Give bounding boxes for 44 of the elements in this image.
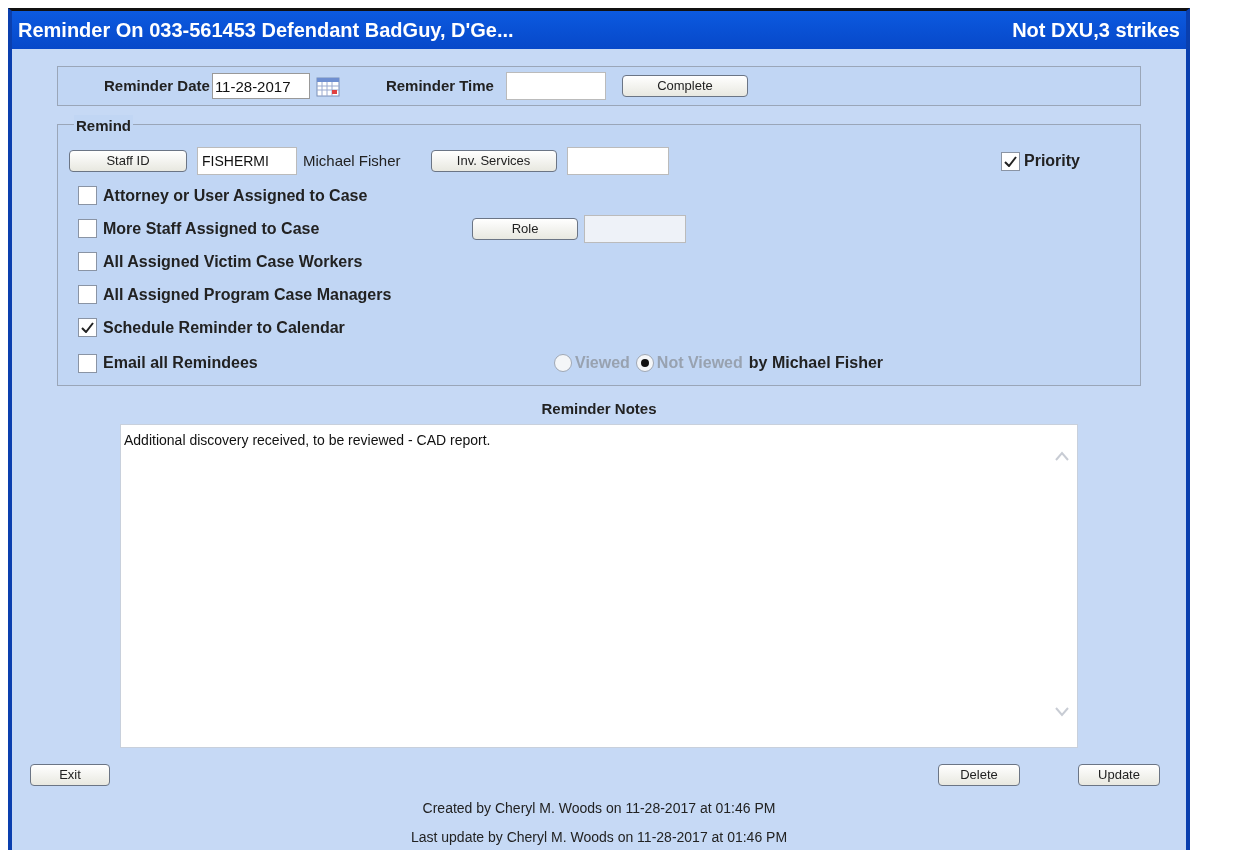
scroll-up-icon[interactable] xyxy=(1055,450,1069,461)
complete-button[interactable]: Complete xyxy=(621,75,748,97)
services-field[interactable] xyxy=(566,147,669,175)
checkbox[interactable] xyxy=(78,252,97,271)
checkbox-label: Schedule Reminder to Calendar xyxy=(103,317,346,338)
field-label: Reminder Date xyxy=(104,75,210,96)
checkbox[interactable] xyxy=(1001,151,1020,171)
notes-text: Additional discovery received, to be reviewed - CAD report. xyxy=(124,431,491,448)
checkbox[interactable] xyxy=(78,186,97,205)
checkbox-label: All Assigned Program Case Managers xyxy=(103,284,393,305)
check-icon xyxy=(1004,155,1017,167)
scroll-down-icon[interactable] xyxy=(1055,706,1069,717)
checkbox-label: All Assigned Victim Case Workers xyxy=(103,251,364,272)
checkbox-label: More Staff Assigned to Case xyxy=(103,218,321,239)
update-button[interactable]: Update xyxy=(1078,763,1160,786)
radio-label: Not Viewed xyxy=(656,353,743,373)
checkbox-label: Email all Remindees xyxy=(103,353,259,373)
checkbox[interactable] xyxy=(78,353,97,373)
delete-button[interactable]: Delete xyxy=(938,763,1020,786)
services-button[interactable]: Inv. Services xyxy=(430,150,557,172)
staff-id-field[interactable]: FISHERMI xyxy=(197,147,297,175)
field-label: Reminder Time xyxy=(385,75,494,96)
role-field[interactable] xyxy=(584,214,686,243)
staff-id-button[interactable]: Staff ID xyxy=(69,150,187,172)
staff-name: Michael Fisher xyxy=(303,150,401,171)
checkbox-label: Priority xyxy=(1024,151,1080,171)
window-title: Reminder On 033-561453 Defendant BadGuy, D'Ge... xyxy=(18,18,514,43)
notes-label: Reminder Notes xyxy=(541,399,657,419)
checkbox[interactable] xyxy=(78,318,97,337)
audit-line: Created by Cheryl M. Woods on 11-28-2017 at 01:46 PM xyxy=(422,798,776,818)
case-status-text: Not DXU,3 strikes xyxy=(1012,18,1180,43)
notes-area[interactable]: Additional discovery received, to be reviewed - CAD report. xyxy=(120,423,1078,748)
check-icon xyxy=(81,322,94,333)
role-button[interactable]: Role xyxy=(472,217,578,240)
viewer-name: by Michael Fisher xyxy=(748,353,884,373)
checkbox[interactable] xyxy=(78,219,97,238)
checkbox[interactable] xyxy=(78,285,97,304)
time-field[interactable] xyxy=(505,72,606,100)
exit-button[interactable]: Exit xyxy=(30,763,110,786)
calendar-icon[interactable] xyxy=(315,75,340,97)
radio-label: Viewed xyxy=(575,353,630,373)
audit-line: Last update by Cheryl M. Woods on 11-28-2017 at 01:46 PM xyxy=(410,827,788,847)
date-field[interactable]: 11-28-2017 xyxy=(211,73,310,99)
checkbox-label: Attorney or User Assigned to Case xyxy=(103,185,369,206)
